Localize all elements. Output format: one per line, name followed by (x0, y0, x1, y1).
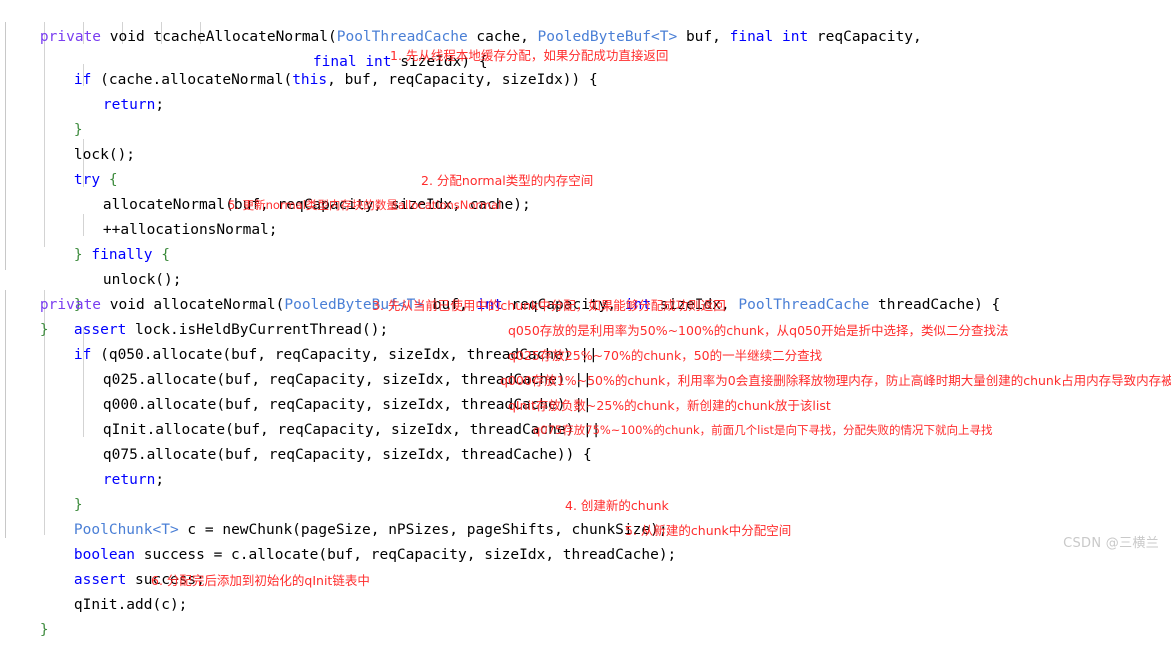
token-keyword: return (102, 97, 156, 113)
watermark: CSDN @三横兰 (1063, 536, 1159, 551)
token-keyword: this (292, 72, 328, 88)
token-text: qInit.add(c); (73, 597, 188, 613)
code-line: boolean success = c.allocate(buf, reqCap… (39, 518, 676, 563)
token-text: ; (155, 472, 165, 488)
code-line: return; (68, 68, 164, 113)
annotation-q025: q025存放25%~70%的chunk，50的一半继续二分查找 (508, 348, 823, 363)
annotation-q050: q050存放的是利用率为50%~100%的chunk，从q050开始是折中选择，… (508, 323, 1009, 338)
code-line: assert success; (39, 543, 205, 588)
token-text: q075.allocate(buf, reqCapacity, sizeIdx,… (102, 447, 592, 463)
token-keyword: final (729, 29, 774, 45)
code-line: } (5, 593, 49, 638)
token-keyword: return (102, 472, 156, 488)
annotation-4: 4. 创建新的chunk (565, 498, 669, 513)
token-text: buf, (677, 29, 730, 45)
code-line: private void allocateNormal(PooledByteBu… (5, 268, 1000, 313)
annotation-5-inner: 5. 更新normal类型内存块的数量allocationsNormal (228, 198, 502, 212)
annotation-5: 5. 从新建的chunk中分配空间 (625, 523, 792, 538)
code-line: q075.allocate(buf, reqCapacity, sizeIdx,… (68, 418, 592, 463)
code-line: } finally { (39, 218, 170, 263)
annotation-1: 1. 先从线程本地缓存分配，如果分配成功直接返回 (390, 48, 669, 63)
token-keyword: int (782, 29, 809, 45)
code-line: try { (39, 143, 118, 188)
token-text: ; (155, 97, 165, 113)
code-line: } (39, 93, 83, 138)
token-text: threadCache) { (869, 297, 1001, 313)
token-text: , buf, reqCapacity, sizeIdx)) { (327, 72, 598, 88)
token-text: success = c.allocate(buf, reqCapacity, s… (135, 547, 677, 563)
annotation-3: 3. 先从当前已使用中的chunk中分配，如果能够分配成功则返回 (372, 298, 726, 313)
annotation-2: 2. 分配normal类型的内存空间 (421, 173, 594, 188)
annotation-6: 6. 分配完后添加到初始化的qInit链表中 (151, 573, 370, 588)
code-line: lock(); (39, 118, 135, 163)
code-line: } (39, 468, 83, 513)
code-editor: private void tcacheAllocateNormal(PoolTh… (0, 0, 1171, 638)
code-line: return; (68, 443, 164, 488)
code-line: unlock(); (68, 243, 182, 288)
token-type: PoolThreadCache (738, 297, 870, 313)
code-line: assert lock.isHeldByCurrentThread(); (39, 293, 388, 338)
annotation-qinit: qInit存放负数~25%的chunk，新创建的chunk放于该list (508, 398, 831, 413)
annotation-q075: q075存放75%~100%的chunk，前面几个list是向下寻找，分配失败的… (533, 423, 993, 437)
annotation-q000: q000存放1%~50%的chunk，利用率为0会直接删除释放物理内存，防止高峰… (500, 373, 1171, 388)
token-brace: } (39, 622, 49, 638)
token-text: reqCapacity, (808, 29, 922, 45)
code-line: private void tcacheAllocateNormal(PoolTh… (5, 0, 922, 45)
